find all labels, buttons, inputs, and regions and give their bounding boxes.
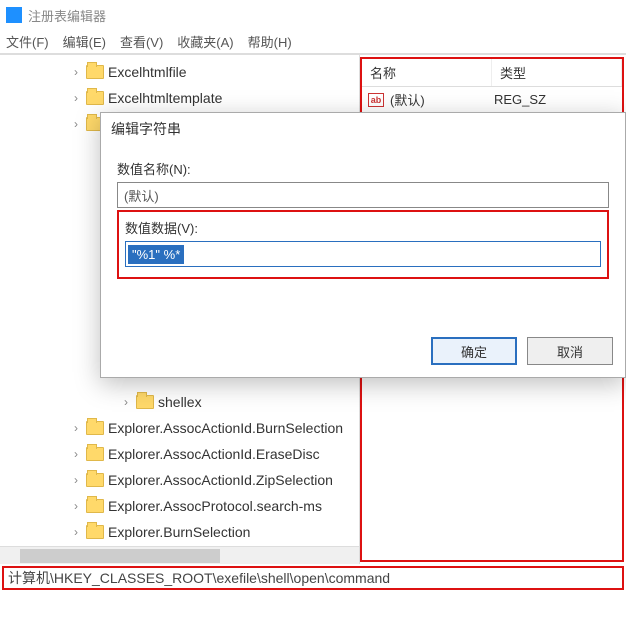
tree-node-label: Explorer.AssocActionId.EraseDisc <box>108 446 320 462</box>
tree-node[interactable]: › Excelhtmlfile <box>0 59 359 85</box>
folder-icon <box>86 421 104 435</box>
folder-icon <box>86 525 104 539</box>
value-name-label: 数值名称(N): <box>117 159 609 178</box>
chevron-right-icon[interactable]: › <box>70 117 82 131</box>
horizontal-scrollbar[interactable] <box>0 546 359 564</box>
menu-bar: 文件(F) 编辑(E) 查看(V) 收藏夹(A) 帮助(H) <box>0 30 626 54</box>
tree-node-label: Excelhtmlfile <box>108 64 187 80</box>
chevron-right-icon[interactable]: › <box>70 421 82 435</box>
chevron-right-icon[interactable]: › <box>70 91 82 105</box>
tree-node-label: Explorer.BurnSelection <box>108 524 250 540</box>
list-header: 名称 类型 <box>362 59 622 87</box>
menu-edit[interactable]: 编辑(E) <box>63 32 106 51</box>
value-data-input[interactable]: "%1" %* <box>125 241 601 267</box>
window-title: 注册表编辑器 <box>28 6 106 25</box>
chevron-right-icon[interactable]: › <box>70 525 82 539</box>
value-type: REG_SZ <box>494 92 622 107</box>
folder-icon <box>86 65 104 79</box>
folder-icon <box>136 395 154 409</box>
app-icon <box>6 7 22 23</box>
menu-view[interactable]: 查看(V) <box>120 32 163 51</box>
tree-node[interactable]: › Explorer.BurnSelection <box>0 519 359 545</box>
chevron-right-icon[interactable]: › <box>70 65 82 79</box>
dialog-buttons: 确定 取消 <box>431 337 613 365</box>
tree-node[interactable]: › Explorer.AssocActionId.EraseDisc <box>0 441 359 467</box>
chevron-right-icon[interactable]: › <box>70 447 82 461</box>
tree-node[interactable]: › shellex <box>0 389 359 415</box>
value-name: (默认) <box>390 90 494 109</box>
tree-node-label: Excelhtmltemplate <box>108 90 222 106</box>
tree-node-label: Explorer.AssocActionId.ZipSelection <box>108 472 333 488</box>
menu-help[interactable]: 帮助(H) <box>248 32 292 51</box>
tree-node-label: Explorer.AssocActionId.BurnSelection <box>108 420 343 436</box>
chevron-right-icon[interactable]: › <box>120 395 132 409</box>
dialog-body: 数值名称(N): 数值数据(V): "%1" %* <box>101 145 625 279</box>
ok-button[interactable]: 确定 <box>431 337 517 365</box>
value-name-input[interactable] <box>117 182 609 208</box>
chevron-right-icon[interactable]: › <box>70 499 82 513</box>
folder-icon <box>86 91 104 105</box>
scrollbar-thumb[interactable] <box>20 549 220 563</box>
string-value-icon: ab <box>368 93 384 107</box>
dialog-title: 编辑字符串 <box>101 113 625 145</box>
value-data-selection: "%1" %* <box>128 245 184 264</box>
edit-string-dialog: 编辑字符串 数值名称(N): 数值数据(V): "%1" %* 确定 取消 <box>100 112 626 378</box>
list-row[interactable]: ab (默认) REG_SZ <box>362 87 622 113</box>
folder-icon <box>86 499 104 513</box>
status-bar-path: 计算机\HKEY_CLASSES_ROOT\exefile\shell\open… <box>2 566 624 590</box>
cancel-button[interactable]: 取消 <box>527 337 613 365</box>
tree-node-label: shellex <box>158 394 202 410</box>
folder-icon <box>86 473 104 487</box>
tree-node[interactable]: › Excelhtmltemplate <box>0 85 359 111</box>
tree-node-label: Explorer.AssocProtocol.search-ms <box>108 498 322 514</box>
tree-node[interactable]: › Explorer.AssocProtocol.search-ms <box>0 493 359 519</box>
value-data-highlight: 数值数据(V): "%1" %* <box>117 210 609 279</box>
column-header-type[interactable]: 类型 <box>492 59 622 86</box>
column-header-name[interactable]: 名称 <box>362 59 492 86</box>
menu-file[interactable]: 文件(F) <box>6 32 49 51</box>
tree-node[interactable]: › Explorer.AssocActionId.ZipSelection <box>0 467 359 493</box>
tree-node[interactable]: › Explorer.AssocActionId.BurnSelection <box>0 415 359 441</box>
chevron-right-icon[interactable]: › <box>70 473 82 487</box>
folder-icon <box>86 447 104 461</box>
menu-favorites[interactable]: 收藏夹(A) <box>177 32 233 51</box>
value-data-label: 数值数据(V): <box>125 218 607 237</box>
title-bar: 注册表编辑器 <box>0 0 626 30</box>
